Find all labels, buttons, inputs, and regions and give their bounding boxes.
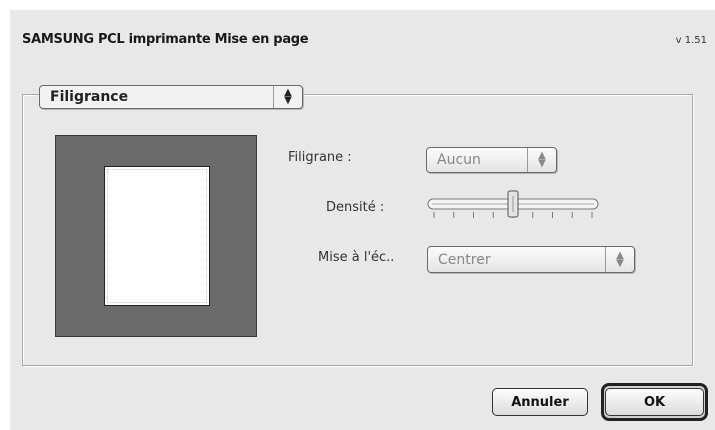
panel-type-label: Filigrance — [50, 89, 129, 105]
cancel-button[interactable]: Annuler — [492, 388, 588, 416]
slider-thumb-icon[interactable] — [507, 190, 519, 218]
preview-sheet — [104, 166, 210, 306]
page-preview — [55, 135, 257, 337]
filigrane-value: Aucun — [437, 152, 481, 168]
mise-popup[interactable]: Centrer ▲ ▼ — [427, 246, 635, 273]
up-down-arrows-icon: ▲ ▼ — [605, 247, 634, 272]
density-slider[interactable] — [424, 190, 602, 230]
mise-label: Mise à l'éc.. — [318, 250, 395, 265]
preview-margin — [107, 169, 207, 303]
densite-label: Densité : — [326, 200, 385, 215]
mise-value: Centrer — [438, 251, 491, 268]
version-label: v 1.51 — [675, 35, 707, 46]
up-down-arrows-icon: ▲ ▼ — [273, 86, 302, 108]
filigrane-popup[interactable]: Aucun ▲ ▼ — [426, 147, 557, 173]
dialog-title: SAMSUNG PCL imprimante Mise en page — [22, 32, 309, 47]
panel-type-popup[interactable]: Filigrance ▲ ▼ — [39, 85, 303, 109]
up-down-arrows-icon: ▲ ▼ — [527, 148, 556, 172]
filigrane-label: Filigrane : — [288, 150, 352, 165]
ok-button[interactable]: OK — [605, 388, 704, 416]
